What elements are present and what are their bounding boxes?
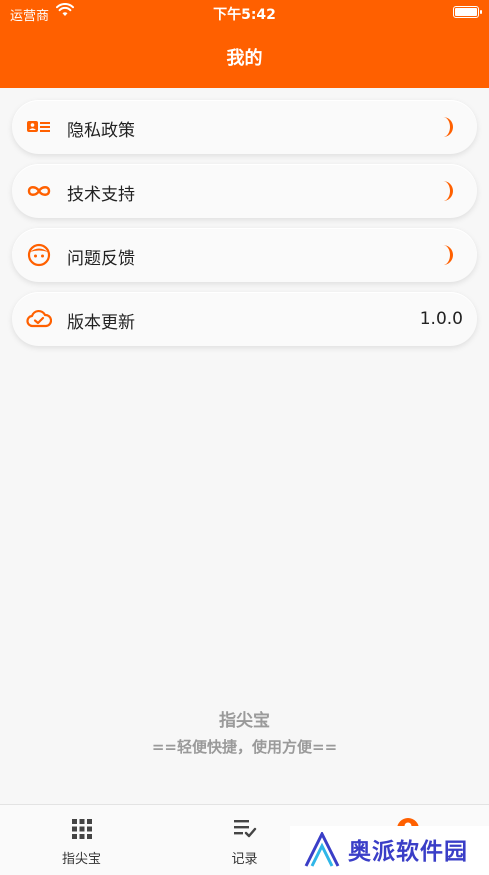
- menu-item-label: 技术支持: [67, 185, 135, 205]
- footer-brand: 指尖宝: [219, 711, 270, 731]
- menu-item-label: 版本更新: [67, 313, 135, 333]
- menu-item-feedback[interactable]: 问题反馈: [12, 228, 477, 282]
- footer-slogan: ==轻便快捷，使用方便==: [151, 738, 338, 756]
- cloud-check-icon: [26, 309, 52, 328]
- watermark: 奥派软件园: [290, 826, 489, 875]
- chevron-right-icon: [443, 181, 453, 201]
- status-bar: 运营商 下午5:42: [0, 0, 489, 26]
- menu-item-privacy-policy[interactable]: 隐私政策: [12, 100, 477, 154]
- top-header: 运营商 下午5:42 我的: [0, 0, 489, 88]
- menu-item-tech-support[interactable]: 技术支持: [12, 164, 477, 218]
- id-card-icon: [27, 121, 50, 132]
- status-time: 下午5:42: [213, 7, 276, 23]
- battery-icon: [453, 6, 482, 18]
- grid-icon: [72, 819, 92, 839]
- version-value: 1.0.0: [419, 309, 463, 329]
- tab-label: 指尖宝: [61, 852, 101, 867]
- infinity-icon: [27, 186, 51, 196]
- page-title: 我的: [226, 48, 263, 69]
- list-check-icon: [234, 820, 257, 838]
- chevron-right-icon: [443, 245, 453, 265]
- watermark-text: 奥派软件园: [348, 839, 468, 865]
- tab-home[interactable]: 指尖宝: [0, 805, 163, 875]
- menu-item-version-update[interactable]: 版本更新 1.0.0: [12, 292, 477, 346]
- logo-icon: [304, 832, 340, 867]
- chevron-right-icon: [443, 117, 453, 137]
- menu-item-label: 问题反馈: [67, 249, 135, 269]
- face-icon: [27, 243, 51, 267]
- menu-item-label: 隐私政策: [67, 121, 135, 141]
- settings-list: 隐私政策 技术支持 问题反馈 版本更新 1.0.0: [12, 100, 477, 356]
